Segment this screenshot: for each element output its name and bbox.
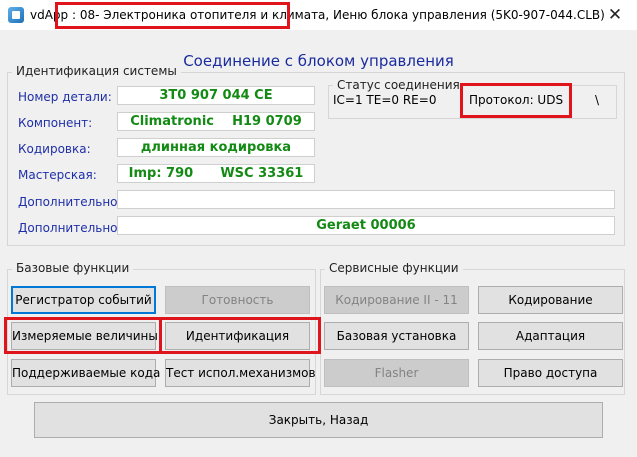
- event-log-button[interactable]: Регистратор событий: [11, 286, 156, 314]
- coding-ii-button[interactable]: Кодирование II - 11: [324, 286, 469, 314]
- workshop-value: Imp: 790 WSC 33361: [117, 164, 315, 183]
- extra-2-value: Geraet 00006: [117, 216, 615, 235]
- extra-2-label: Дополнительно:: [18, 221, 122, 235]
- component-label: Компонент:: [18, 116, 93, 130]
- basic-functions-label: Базовые функции: [12, 261, 134, 275]
- identification-group-label: Идентификация системы: [12, 64, 181, 78]
- extra-1-label: Дополнительно:: [18, 195, 122, 209]
- service-functions-label: Сервисные функции: [325, 261, 463, 275]
- window-title: vdApp : 08- Электроника отопителя и клим…: [30, 8, 605, 22]
- workshop-label: Мастерская:: [18, 168, 97, 182]
- part-number-value: 3T0 907 044 CE: [117, 86, 315, 105]
- supported-codes-button[interactable]: Поддерживаемые кода: [11, 359, 160, 387]
- coding-label: Кодировка:: [18, 142, 91, 156]
- connection-status-label: Статус соединения: [333, 78, 464, 92]
- app-icon: [8, 7, 24, 23]
- ic-status: IC=1 TE=0 RE=0: [333, 93, 437, 107]
- actuator-test-button[interactable]: Тест испол.механизмов: [165, 359, 316, 387]
- part-number-label: Номер детали:: [18, 90, 112, 104]
- adaptation-button[interactable]: Адаптация: [478, 322, 623, 350]
- close-back-button[interactable]: Закрыть, Назад: [34, 402, 603, 438]
- extra-1-value: [117, 190, 615, 209]
- access-rights-button[interactable]: Право доступа: [478, 359, 623, 387]
- identification-button[interactable]: Идентификация: [165, 322, 310, 350]
- activity-spinner-icon: \: [595, 93, 600, 107]
- flasher-button[interactable]: Flasher: [324, 359, 469, 387]
- component-value: Climatronic H19 0709: [117, 112, 315, 131]
- measured-values-button[interactable]: Измеряемые величины: [11, 322, 158, 350]
- coding-button[interactable]: Кодирование: [478, 286, 623, 314]
- basic-settings-button[interactable]: Базовая установка: [324, 322, 469, 350]
- close-icon[interactable]: ✕: [600, 4, 630, 26]
- title-bar: vdApp : 08- Электроника отопителя и клим…: [0, 0, 637, 30]
- readiness-button[interactable]: Готовность: [165, 286, 310, 314]
- protocol-status: Протокол: UDS: [469, 93, 564, 107]
- coding-value: длинная кодировка: [117, 138, 315, 157]
